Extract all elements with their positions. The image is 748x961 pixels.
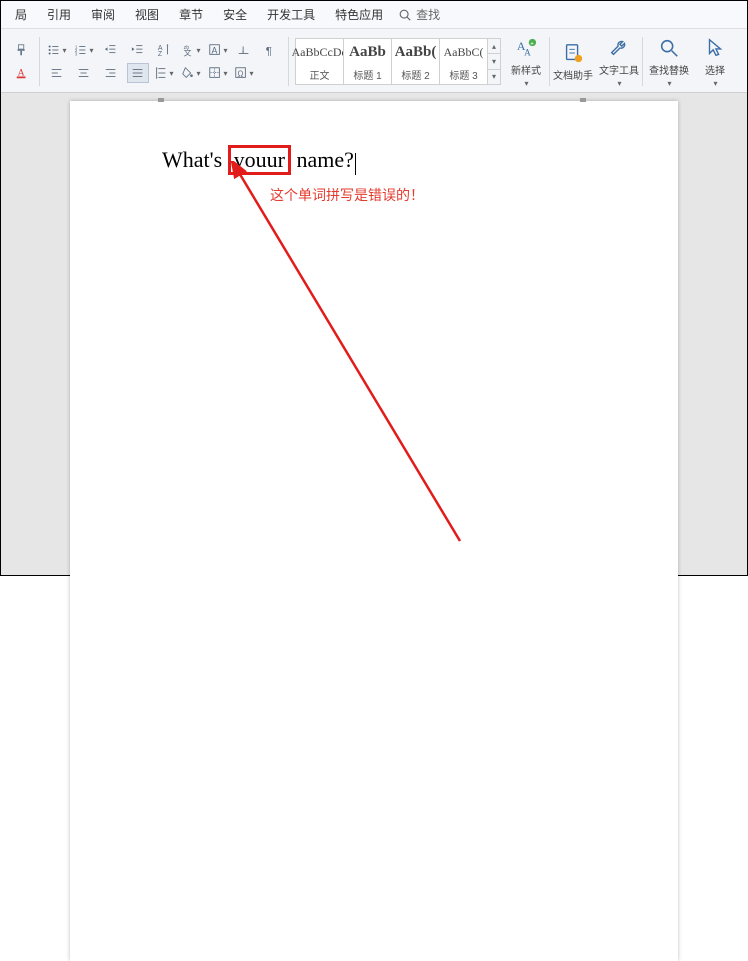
indent-increase-icon[interactable]: [127, 40, 149, 60]
font-color-icon[interactable]: A: [11, 63, 33, 83]
align-left-icon[interactable]: [46, 63, 68, 83]
align-center-icon[interactable]: [73, 63, 95, 83]
menu-item[interactable]: 局: [5, 1, 37, 29]
magnify-icon: [657, 36, 681, 60]
menu-item[interactable]: 引用: [37, 1, 81, 29]
insert-symbol-icon[interactable]: Ω▾: [233, 63, 255, 83]
menu-item[interactable]: 审阅: [81, 1, 125, 29]
gallery-scroll[interactable]: ▴▾▾: [487, 38, 501, 85]
ribbon: A ▾ 123▾ AZ zh文▾ A▾: [1, 29, 747, 93]
char-border-icon[interactable]: A▾: [207, 40, 229, 60]
menu-bar: 局 引用 审阅 视图 章节 安全 开发工具 特色应用 查找: [1, 1, 747, 29]
group-paragraph: ▾ 123▾ AZ zh文▾ A▾ ▾ ▾ ▾: [40, 31, 288, 92]
highlighted-word: youur: [228, 145, 291, 175]
new-style-icon: AA+: [514, 36, 538, 60]
annotation-arrow-icon: [220, 161, 480, 561]
gallery-up-icon[interactable]: ▴: [488, 39, 500, 54]
shading-icon[interactable]: ▾: [180, 63, 202, 83]
menu-item[interactable]: 开发工具: [257, 1, 325, 29]
group-styles: AaBbCcDd正文 AaBb标题 1 AaBb(标题 2 AaBbC(标题 3…: [289, 31, 503, 92]
search-icon: [397, 7, 413, 23]
gallery-down-icon[interactable]: ▾: [488, 54, 500, 69]
text-after: name?: [291, 147, 354, 172]
style-slot[interactable]: AaBb标题 1: [343, 38, 391, 85]
group-clipboard: A: [5, 31, 39, 92]
search-label: 查找: [416, 6, 440, 23]
phonetic-icon[interactable]: zh文▾: [180, 40, 202, 60]
doc-helper-button[interactable]: 文档助手: [550, 31, 596, 92]
svg-text:Ω: Ω: [238, 70, 244, 79]
find-replace-button[interactable]: 查找替换▾: [643, 31, 695, 92]
document-text[interactable]: What's youur name?: [162, 145, 356, 175]
indent-decrease-icon[interactable]: [100, 40, 122, 60]
show-marks-icon[interactable]: ¶: [260, 40, 282, 60]
borders-icon[interactable]: ▾: [207, 63, 229, 83]
cursor-icon: [703, 36, 727, 60]
sort-asc-icon[interactable]: AZ: [153, 40, 175, 60]
svg-text:¶: ¶: [266, 45, 272, 57]
text-cursor: [355, 153, 356, 175]
text-before: What's: [162, 147, 228, 172]
svg-text:A: A: [212, 46, 218, 56]
select-button[interactable]: 选择▾: [695, 31, 735, 92]
svg-text:Z: Z: [158, 51, 163, 57]
doc-helper-icon: [561, 41, 585, 65]
text-tools-button[interactable]: 文字工具▾: [596, 31, 642, 92]
annotation-text: 这个单词拼写是错误的！: [270, 185, 424, 205]
gallery-more-icon[interactable]: ▾: [488, 70, 500, 84]
menu-item[interactable]: 视图: [125, 1, 169, 29]
ruler-marker: [158, 98, 164, 104]
menu-item[interactable]: 安全: [213, 1, 257, 29]
svg-text:文: 文: [184, 47, 192, 57]
page[interactable]: What's youur name? 这个单词拼写是错误的！: [70, 101, 678, 961]
menu-item[interactable]: 章节: [169, 1, 213, 29]
search-box[interactable]: 查找: [397, 6, 440, 23]
menu-item[interactable]: 特色应用: [325, 1, 393, 29]
align-justify-icon[interactable]: [127, 63, 149, 83]
bullets-icon[interactable]: ▾: [46, 40, 68, 60]
style-slot[interactable]: AaBb(标题 2: [391, 38, 439, 85]
numbering-icon[interactable]: 123▾: [73, 40, 95, 60]
line-spacing-icon[interactable]: ▾: [153, 63, 175, 83]
align-right-icon[interactable]: [100, 63, 122, 83]
wrench-icon: [607, 36, 631, 60]
style-slot[interactable]: AaBbC(标题 3: [439, 38, 487, 85]
document-area[interactable]: What's youur name? 这个单词拼写是错误的！: [1, 93, 747, 575]
format-painter-icon[interactable]: [11, 40, 33, 60]
svg-text:3: 3: [75, 51, 78, 56]
svg-text:A: A: [524, 47, 531, 57]
ruler-marker: [580, 98, 586, 104]
style-slot[interactable]: AaBbCcDd正文: [295, 38, 343, 85]
svg-text:+: +: [530, 40, 534, 47]
new-style-button[interactable]: AA+ 新样式▾: [503, 31, 549, 92]
tabs-icon[interactable]: [233, 40, 255, 60]
